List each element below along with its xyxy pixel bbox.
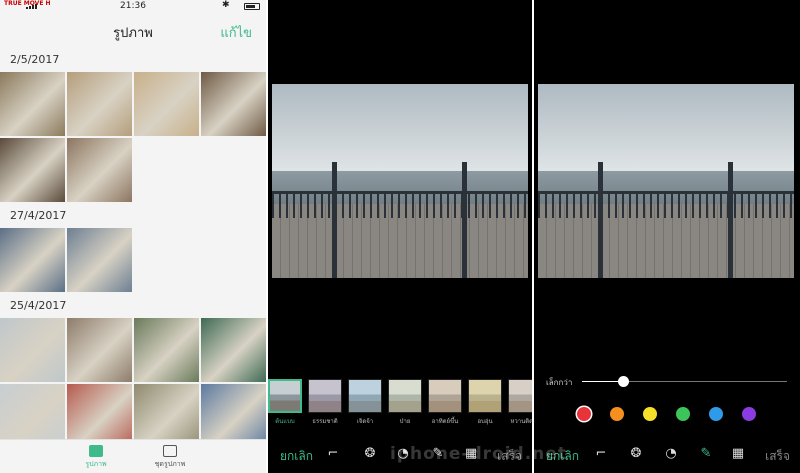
photo-thumbnail[interactable] (67, 318, 132, 382)
photo-thumbnail[interactable] (0, 318, 65, 382)
nav-albums[interactable]: ชุดรูปภาพ (140, 445, 200, 470)
color-swatch[interactable] (676, 407, 690, 421)
filter-item[interactable]: อบอุ่น (468, 379, 502, 429)
photo-thumbnail[interactable] (0, 138, 65, 202)
filter-thumbnail (468, 379, 502, 413)
doodle-icon[interactable]: ✎ (699, 447, 713, 461)
nav-photos-label: รูปภาพ (85, 460, 107, 468)
section-date: 25/4/2017 (10, 299, 67, 312)
color-swatch[interactable] (577, 407, 591, 421)
photo-preview (272, 84, 528, 278)
photos-icon (89, 445, 103, 457)
filter-thumbnail (428, 379, 462, 413)
edit-button[interactable]: แก้ไข (220, 22, 252, 43)
battery-icon (244, 3, 260, 10)
albums-icon (163, 445, 177, 457)
photo-thumbnail[interactable] (134, 318, 199, 382)
filter-item[interactable]: อาทิตย์ขึ้น (428, 379, 462, 429)
crop-icon[interactable]: ⌐ (326, 447, 340, 461)
gallery-panel: TRUE MOVE H 21:36 ✱ รูปภาพ แก้ไข 2/5/201… (0, 0, 266, 473)
photo-grid (0, 72, 266, 202)
crop-icon[interactable]: ⌐ (594, 447, 608, 461)
section-date: 2/5/2017 (10, 53, 60, 66)
color-swatch[interactable] (643, 407, 657, 421)
photo-thumbnail[interactable] (67, 228, 132, 292)
photo-thumbnail[interactable] (67, 138, 132, 202)
filter-editor-panel: ต้นแบบ ธรรมชาติ เจิดจ้า ป่าย อาทิตย์ขึ้น อบอุ… (268, 0, 532, 473)
photo-thumbnail[interactable] (67, 72, 132, 136)
mosaic-icon[interactable]: ▦ (731, 447, 745, 461)
filter-thumbnail (508, 379, 532, 413)
photo-thumbnail[interactable] (134, 72, 199, 136)
app-bar: รูปภาพ แก้ไข (0, 12, 266, 46)
filter-label: ต้นแบบ (275, 418, 295, 425)
doodle-editor-panel: เล็กกว่า ยกเลิก ⌐ ❂ ◔ ✎ ▦ เสร็จ (534, 0, 800, 473)
nav-photos[interactable]: รูปภาพ (66, 445, 126, 470)
photo-thumbnail[interactable] (0, 228, 65, 292)
color-swatch[interactable] (709, 407, 723, 421)
cancel-button[interactable]: ยกเลิก (280, 447, 313, 466)
clock: 21:36 (120, 1, 146, 11)
photo-grid (0, 318, 266, 448)
filter-item[interactable]: หวานติดใจ (508, 379, 532, 429)
color-palette (534, 407, 800, 421)
filter-item[interactable]: ธรรมชาติ (308, 379, 342, 429)
bluetooth-icon: ✱ (222, 0, 230, 10)
filter-thumbnail (348, 379, 382, 413)
photo-sections: 2/5/2017 27/4/2017 25/4/2017 (0, 46, 266, 448)
filter-strip: ต้นแบบ ธรรมชาติ เจิดจ้า ป่าย อาทิตย์ขึ้น อบอุ… (268, 379, 532, 429)
photo-thumbnail[interactable] (0, 72, 65, 136)
photo-grid (0, 228, 266, 292)
nav-albums-label: ชุดรูปภาพ (154, 460, 186, 468)
filter-icon[interactable]: ❂ (363, 447, 377, 461)
filter-label: อาทิตย์ขึ้น (431, 418, 459, 425)
filter-label: ธรรมชาติ (312, 418, 338, 425)
filter-label: หวานติดใจ (510, 418, 532, 425)
filter-item[interactable]: ต้นแบบ (268, 379, 302, 429)
bottom-nav: รูปภาพ ชุดรูปภาพ (0, 439, 266, 473)
filter-thumbnail (308, 379, 342, 413)
filter-item[interactable]: เจิดจ้า (348, 379, 382, 429)
photo-thumbnail[interactable] (201, 72, 266, 136)
brush-size-label: เล็กกว่า (546, 378, 573, 387)
photo-thumbnail[interactable] (201, 318, 266, 382)
brush-size-slider[interactable] (582, 376, 787, 387)
filter-label: เจิดจ้า (356, 418, 374, 425)
photo-preview (538, 84, 794, 278)
signal-icon (26, 4, 37, 9)
filter-thumbnail (268, 379, 302, 413)
filter-icon[interactable]: ❂ (629, 447, 643, 461)
filter-item[interactable]: ป่าย (388, 379, 422, 429)
color-swatch[interactable] (610, 407, 624, 421)
color-swatch[interactable] (742, 407, 756, 421)
filter-thumbnail (388, 379, 422, 413)
slider-handle[interactable] (618, 376, 629, 387)
editor-toolbar: ยกเลิก ⌐ ❂ ◔ ✎ ▦ เสร็จ (534, 435, 800, 473)
adjust-icon[interactable]: ◔ (664, 447, 678, 461)
filter-label: อบอุ่น (477, 418, 493, 425)
watermark: iphone-droid.net (390, 444, 567, 464)
section-date: 27/4/2017 (10, 209, 67, 222)
done-button[interactable]: เสร็จ (765, 447, 790, 466)
status-bar: TRUE MOVE H 21:36 ✱ (0, 0, 266, 12)
filter-label: ป่าย (399, 418, 411, 425)
